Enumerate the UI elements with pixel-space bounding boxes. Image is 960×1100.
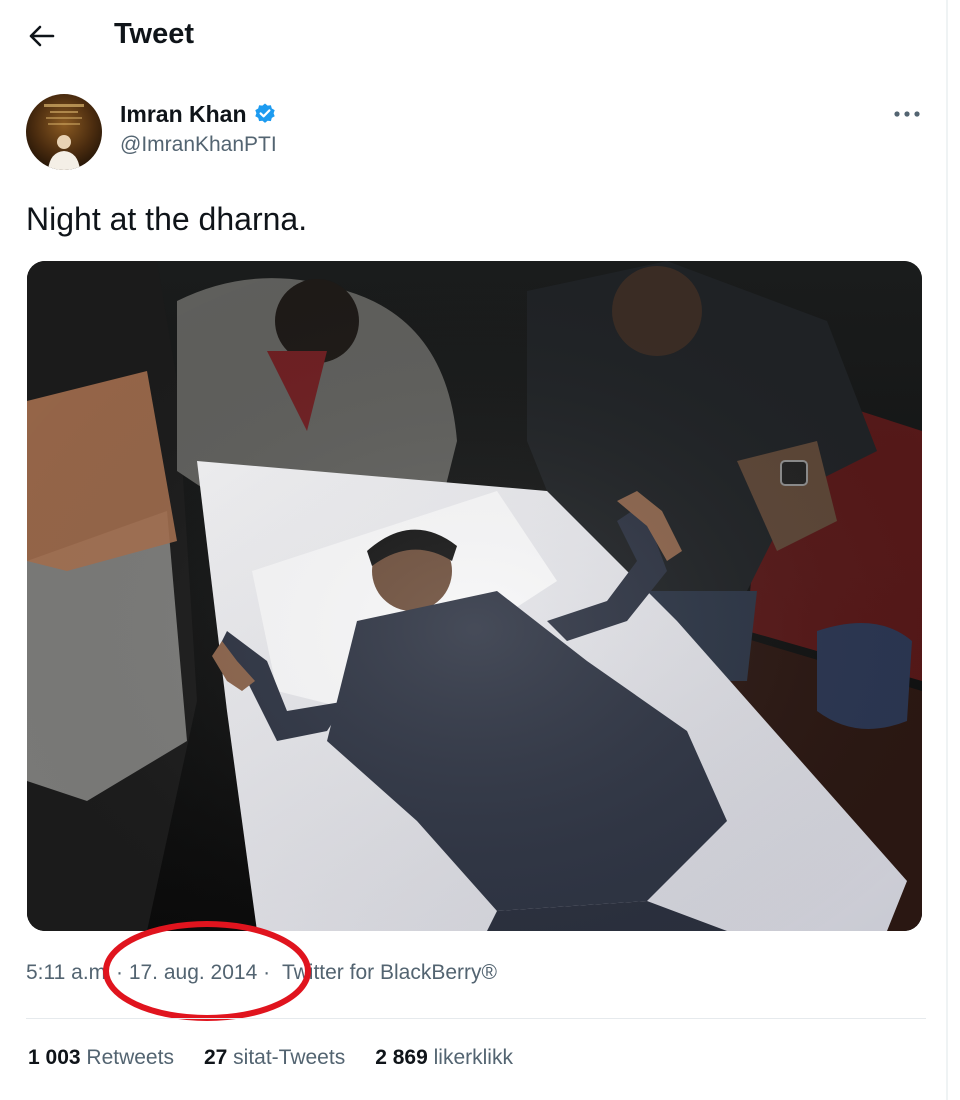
more-horizontal-icon xyxy=(894,111,920,117)
tweet-text: Night at the dharna. xyxy=(26,201,308,237)
arrow-left-icon xyxy=(29,25,55,47)
avatar[interactable] xyxy=(26,94,102,170)
quotes-count: 27 xyxy=(203,1046,228,1069)
tweet-page: Tweet Imran Khan @ImranKhanPTI Night at … xyxy=(0,0,960,1100)
tweet-time[interactable]: 5:11 a.m xyxy=(26,958,106,988)
author-handle[interactable]: @ImranKhanPTI xyxy=(120,133,277,157)
author-name-row: Imran Khan xyxy=(120,99,277,129)
retweets-count: 1 003 xyxy=(28,1046,81,1069)
date-highlight-circle xyxy=(103,921,311,1021)
likes-label: likerklikk xyxy=(433,1046,513,1069)
back-button[interactable] xyxy=(22,16,62,56)
divider xyxy=(26,1018,926,1019)
tweet-photo[interactable] xyxy=(27,261,922,931)
author-name[interactable]: Imran Khan xyxy=(120,101,247,128)
retweets-stat[interactable]: 1 003 Retweets xyxy=(28,1043,174,1073)
likes-stat[interactable]: 2 869 likerklikk xyxy=(375,1043,513,1073)
column-border xyxy=(946,0,948,1100)
page-header: Tweet xyxy=(0,0,946,70)
likes-count: 2 869 xyxy=(375,1046,428,1069)
retweets-label: Retweets xyxy=(86,1046,174,1069)
tweet-source[interactable]: Twitter for BlackBerry® xyxy=(282,958,497,988)
verified-badge-icon xyxy=(254,103,275,123)
more-options-button[interactable] xyxy=(884,100,930,128)
quotes-label: sitat-Tweets xyxy=(233,1046,346,1069)
quote-tweets-stat[interactable]: 27 sitat-Tweets xyxy=(204,1043,345,1073)
page-title: Tweet xyxy=(114,18,195,50)
tweet-stats: 1 003 Retweets 27 sitat-Tweets 2 869 lik… xyxy=(28,1043,513,1073)
